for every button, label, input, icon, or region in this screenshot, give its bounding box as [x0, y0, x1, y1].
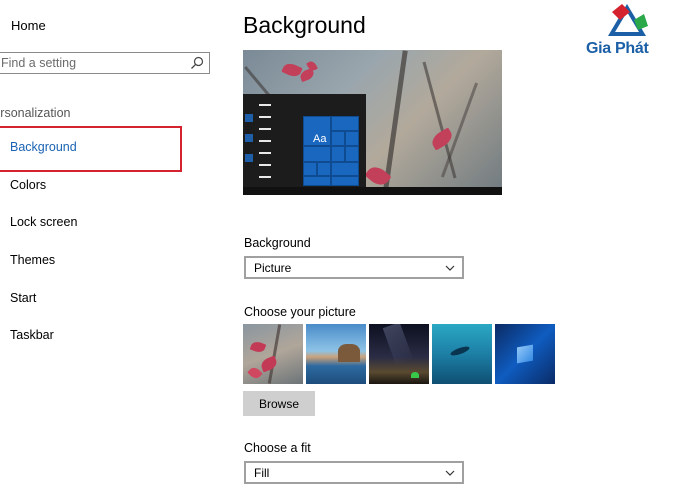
- sidebar: Home Personalization Background Colors L…: [0, 0, 222, 500]
- background-type-label: Background: [244, 236, 311, 250]
- picture-thumbnail-beach[interactable]: [306, 324, 366, 384]
- section-label-personalization: Personalization: [0, 106, 71, 120]
- choose-fit-value: Fill: [254, 466, 270, 480]
- sidebar-item-colors[interactable]: Colors: [10, 178, 46, 192]
- search-box[interactable]: [0, 52, 210, 74]
- sidebar-item-start[interactable]: Start: [10, 291, 36, 305]
- preview-taskbar: [243, 187, 502, 195]
- preview-start-menu: Aa: [243, 94, 366, 187]
- search-icon[interactable]: [190, 56, 204, 70]
- sidebar-item-themes[interactable]: Themes: [10, 253, 55, 267]
- gia-phat-logo-icon: [608, 4, 648, 36]
- sidebar-item-taskbar[interactable]: Taskbar: [10, 328, 54, 342]
- sidebar-home[interactable]: Home: [11, 18, 46, 33]
- preview-tile-text: Aa: [313, 133, 327, 145]
- chevron-down-icon: [445, 265, 455, 271]
- search-input[interactable]: [0, 53, 181, 73]
- choose-fit-dropdown[interactable]: Fill: [244, 461, 464, 484]
- picture-thumbnail-autumn[interactable]: [243, 324, 303, 384]
- choose-fit-label: Choose a fit: [244, 441, 311, 455]
- picture-thumbnail-night-sky[interactable]: [369, 324, 429, 384]
- sidebar-item-lock-screen[interactable]: Lock screen: [10, 215, 77, 229]
- background-preview: Aa: [243, 50, 502, 195]
- background-type-dropdown[interactable]: Picture: [244, 256, 464, 279]
- background-type-value: Picture: [254, 261, 292, 275]
- choose-picture-label: Choose your picture: [244, 305, 356, 319]
- gia-phat-logo: Gia Phát: [586, 2, 686, 62]
- chevron-down-icon: [445, 470, 455, 476]
- page-title: Background: [243, 12, 366, 38]
- picture-thumbnail-windows[interactable]: [495, 324, 555, 384]
- picture-thumbnail-underwater[interactable]: [432, 324, 492, 384]
- gia-phat-logo-text: Gia Phát: [586, 40, 649, 57]
- browse-button[interactable]: Browse: [243, 391, 315, 416]
- selection-highlight: [0, 126, 182, 172]
